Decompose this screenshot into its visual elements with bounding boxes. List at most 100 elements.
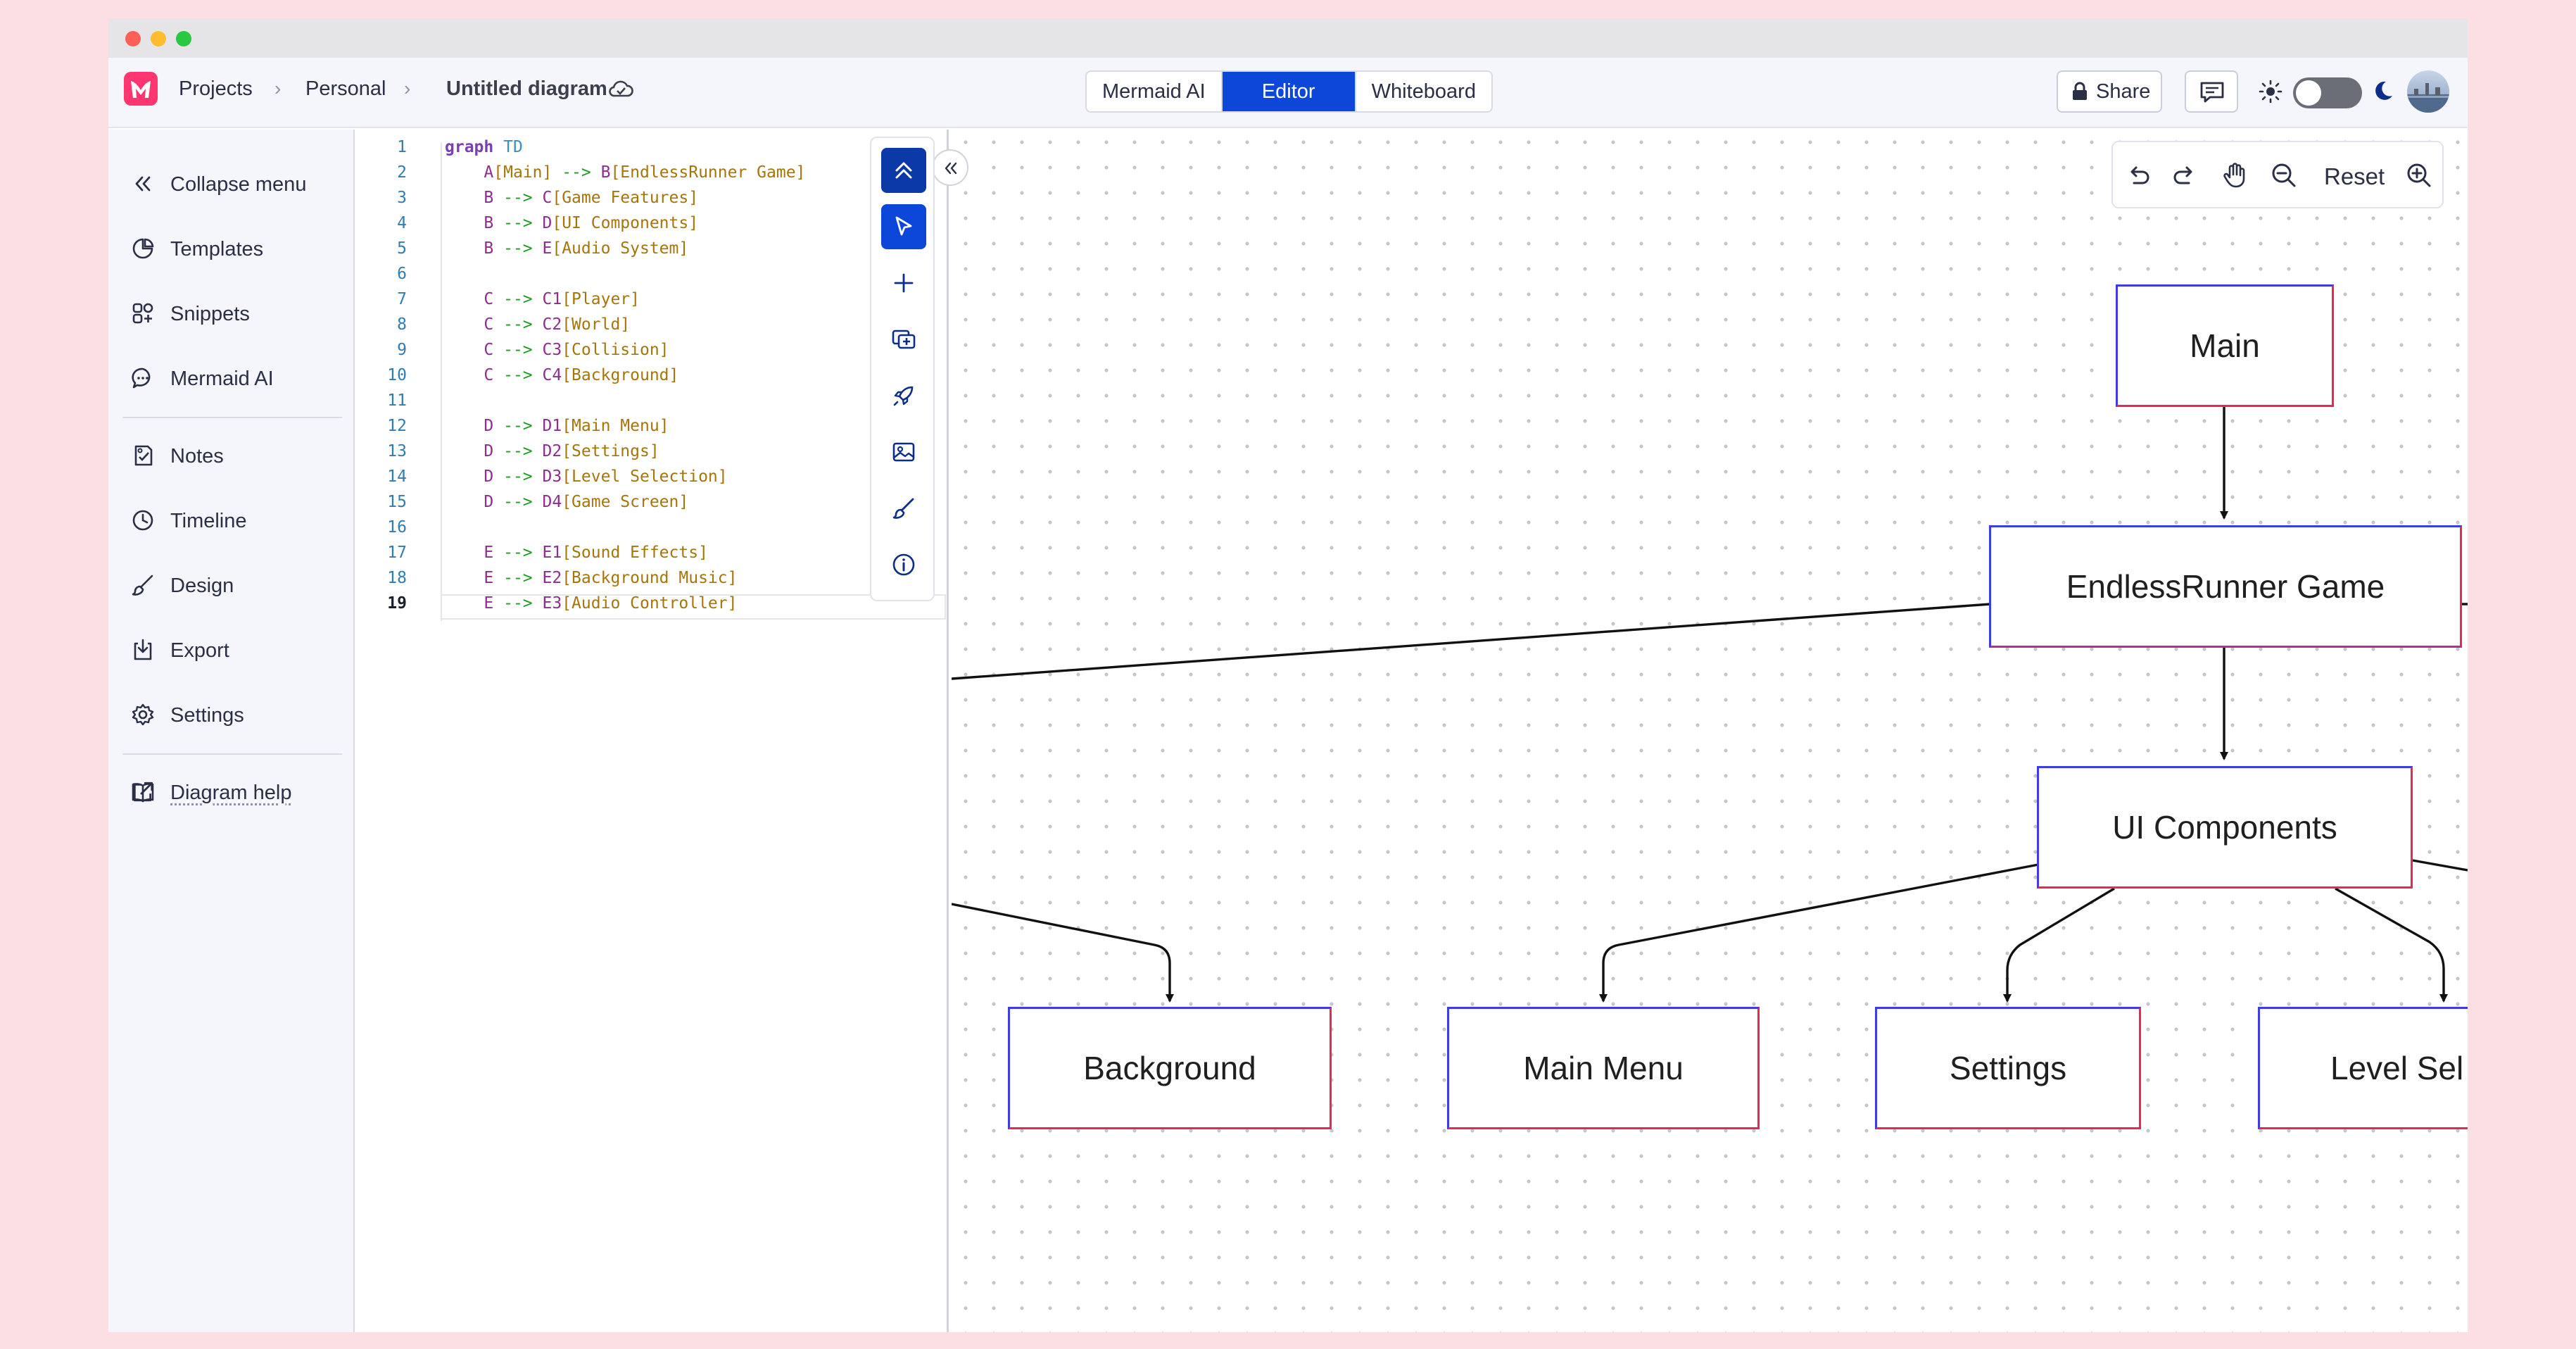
code-editor[interactable]: 1 graph TD 2 A[Main] --> B[EndlessRunner G… [356, 130, 949, 1332]
code-line[interactable]: 12 D --> D1[Main Menu] [356, 417, 947, 442]
window-titlebar [108, 18, 2468, 58]
sidebar-item-collapse-menu[interactable]: Collapse menu [131, 162, 342, 204]
code-line[interactable]: 13 D --> D2[Settings] [356, 442, 947, 468]
minimize-window-button[interactable] [151, 31, 166, 46]
sidebar-item-label: Settings [170, 704, 244, 727]
draw-tool-button[interactable] [881, 486, 926, 531]
code-line[interactable]: 3 B --> C[Game Features] [356, 189, 947, 214]
code-token: D2 [542, 442, 562, 460]
node-main[interactable]: Main [2116, 284, 2334, 407]
diagram-title[interactable]: Untitled diagram [446, 77, 607, 101]
rocket-button[interactable] [881, 373, 926, 418]
line-number: 16 [387, 518, 407, 537]
line-number: 10 [387, 366, 407, 384]
comments-button[interactable] [2185, 70, 2238, 113]
code-token: C4 [542, 366, 562, 384]
code-line[interactable]: 7 C --> C1[Player] [356, 290, 947, 315]
share-button[interactable]: Share [2057, 70, 2162, 113]
tab-editor[interactable]: Editor [1222, 72, 1356, 111]
line-number: 8 [397, 315, 407, 334]
code-token: E [542, 239, 553, 258]
double-chevron-left-icon [945, 162, 957, 175]
code-token: B [484, 239, 494, 258]
code-token: E [484, 569, 494, 587]
code-line[interactable]: 5 B --> E[Audio System] [356, 239, 947, 265]
sidebar-item-label: Timeline [170, 510, 247, 532]
node-endlessrunner-game[interactable]: EndlessRunner Game [1989, 525, 2462, 648]
code-token: C [484, 366, 494, 384]
sidebar-item-notes[interactable]: Notes [131, 434, 342, 476]
code-text: C --> C1[Player] [445, 290, 640, 308]
reset-zoom-button[interactable]: Reset [2324, 163, 2385, 190]
moon-icon[interactable] [2372, 79, 2394, 103]
node-settings[interactable]: Settings [1875, 1007, 2141, 1129]
code-token: C [542, 189, 553, 207]
undo-icon[interactable] [2124, 161, 2154, 190]
node-main-menu[interactable]: Main Menu [1447, 1007, 1760, 1129]
code-token: C2 [542, 315, 562, 334]
theme-toggle[interactable] [2293, 77, 2362, 108]
code-line[interactable]: 10 C --> C4[Background] [356, 366, 947, 391]
sidebar-item-export[interactable]: Export [131, 628, 342, 670]
code-token: [Game Screen] [562, 493, 689, 511]
code-token: --> [493, 315, 543, 334]
node-ui-components[interactable]: UI Components [2037, 766, 2413, 889]
sidebar-item-snippets[interactable]: Snippets [131, 291, 342, 334]
node-background[interactable]: Background [1008, 1007, 1332, 1129]
zoom-out-icon[interactable] [2269, 161, 2299, 190]
sidebar-item-design[interactable]: Design [131, 563, 342, 606]
maximize-window-button[interactable] [176, 31, 191, 46]
code-line[interactable]: 4 B --> D[UI Components] [356, 214, 947, 239]
add-shape-button[interactable] [881, 317, 926, 362]
code-line[interactable]: 6 [356, 265, 947, 290]
code-line[interactable]: 16 [356, 518, 947, 544]
add-node-button[interactable] [881, 261, 926, 306]
sidebar-item-settings[interactable]: Settings [131, 693, 342, 735]
code-line[interactable]: 14 D --> D3[Level Selection] [356, 468, 947, 493]
node-level-selection[interactable]: Level Sel [2258, 1007, 2468, 1129]
rocket-icon [893, 386, 914, 406]
code-token: D1 [542, 417, 562, 435]
sidebar-item-mermaid-ai[interactable]: Mermaid AI [131, 356, 342, 399]
code-line[interactable]: 17 E --> E1[Sound Effects] [356, 544, 947, 569]
sun-icon[interactable] [2258, 79, 2283, 104]
sidebar-item-diagram-help[interactable]: Diagram help [131, 770, 342, 812]
code-token: --> [493, 239, 543, 258]
redo-icon[interactable] [2169, 161, 2199, 190]
code-line[interactable]: 15 D --> D4[Game Screen] [356, 493, 947, 518]
insert-image-button[interactable] [881, 429, 926, 475]
code-line[interactable]: 19 E --> E3[Audio Controller] [356, 594, 947, 620]
code-token: --> [493, 189, 543, 207]
breadcrumb-separator: › [274, 77, 282, 99]
code-token: [Background Music] [562, 569, 738, 587]
code-line[interactable]: 8 C --> C2[World] [356, 315, 947, 341]
collapse-toolbar-button[interactable] [881, 148, 926, 193]
sidebar-item-timeline[interactable]: Timeline [131, 498, 342, 541]
select-tool-button[interactable] [881, 204, 926, 249]
tab-mermaid-ai[interactable]: Mermaid AI [1087, 72, 1223, 111]
mermaid-logo[interactable] [124, 72, 158, 106]
code-line[interactable]: 11 [356, 391, 947, 417]
code-line[interactable]: 2 A[Main] --> B[EndlessRunner Game] [356, 163, 947, 189]
double-chevron-left-icon [135, 176, 151, 192]
code-token: E1 [542, 544, 562, 562]
sidebar-item-templates[interactable]: Templates [131, 227, 342, 269]
code-line[interactable]: 9 C --> C3[Collision] [356, 341, 947, 366]
zoom-in-icon[interactable] [2404, 161, 2434, 190]
code-token: --> [493, 468, 543, 486]
breadcrumb-personal[interactable]: Personal [305, 77, 386, 101]
user-avatar[interactable] [2407, 70, 2449, 113]
hand-pan-icon[interactable] [2220, 161, 2249, 190]
code-line[interactable]: 18 E --> E2[Background Music] [356, 569, 947, 594]
info-button[interactable] [881, 542, 926, 587]
collapse-editor-button[interactable] [932, 149, 968, 186]
line-number: 9 [397, 341, 407, 359]
code-token: D [484, 417, 494, 435]
tab-whiteboard[interactable]: Whiteboard [1356, 72, 1491, 111]
code-token: --> [493, 290, 543, 308]
code-line[interactable]: 1 graph TD [356, 138, 947, 163]
breadcrumb-projects[interactable]: Projects [179, 77, 253, 101]
code-token: C [484, 315, 494, 334]
export-icon [134, 639, 152, 660]
close-window-button[interactable] [125, 31, 141, 46]
